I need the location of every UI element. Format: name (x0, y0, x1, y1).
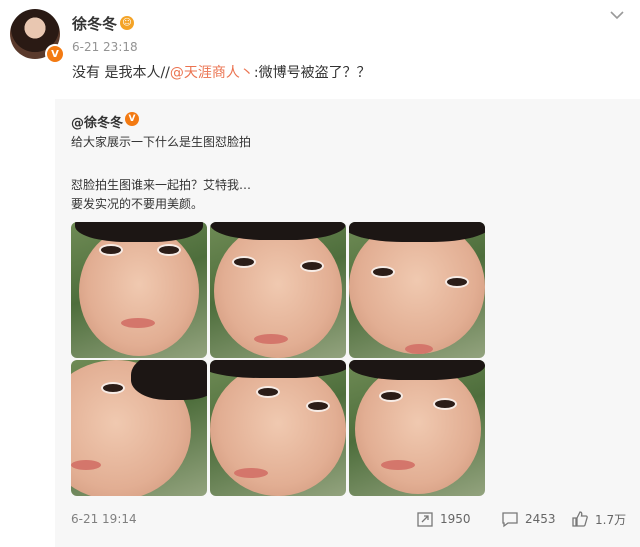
photo-thumbnail[interactable] (71, 222, 207, 358)
comment-button[interactable]: 2453 (501, 510, 556, 528)
repost-count: 1950 (440, 512, 471, 526)
post-text-suffix: :微博号被盗了？？ (253, 65, 371, 81)
photo-thumbnail[interactable] (349, 360, 485, 496)
repost-line: 怼脸拍生图谁来一起拍？艾特我… (71, 178, 252, 192)
chevron-down-icon[interactable] (610, 8, 624, 24)
photo-thumbnail[interactable] (210, 222, 346, 358)
post-text: 没有 是我本人//@天涯商人丶:微博号被盗了？？ (72, 62, 371, 82)
post-text-prefix: 没有 是我本人// (72, 65, 170, 81)
photo-thumbnail[interactable] (210, 360, 346, 496)
share-icon (417, 512, 433, 527)
photo-grid (71, 222, 485, 496)
repost-line: 给大家展示一下什么是生图怼脸拍 (71, 135, 252, 149)
mention-link[interactable]: @天涯商人丶 (170, 65, 254, 81)
author-name[interactable]: 徐冬冬 (72, 13, 117, 34)
photo-thumbnail[interactable] (349, 222, 485, 358)
post-time[interactable]: 6-21 23:18 (72, 40, 138, 54)
repost-container: @徐冬冬 V 给大家展示一下什么是生图怼脸拍 怼脸拍生图谁来一起拍？艾特我… 要… (55, 99, 640, 547)
repost-footer: 6-21 19:14 1950 2453 1.7万 (71, 510, 631, 530)
repost-author[interactable]: @徐冬冬 (71, 112, 123, 131)
repost-line: 要发实况的不要用美颜。 (71, 197, 204, 211)
comment-count: 2453 (525, 512, 556, 526)
like-button[interactable]: 1.7万 (571, 510, 626, 528)
emoji-badge-icon: ☺ (120, 16, 134, 30)
photo-thumbnail[interactable] (71, 360, 207, 496)
vip-badge-icon: V (125, 112, 139, 126)
share-button[interactable]: 1950 (416, 510, 471, 528)
comment-icon (502, 512, 518, 528)
like-icon (572, 511, 588, 527)
repost-time[interactable]: 6-21 19:14 (71, 512, 137, 526)
like-count: 1.7万 (595, 512, 627, 527)
vip-badge-icon: V (45, 44, 65, 64)
